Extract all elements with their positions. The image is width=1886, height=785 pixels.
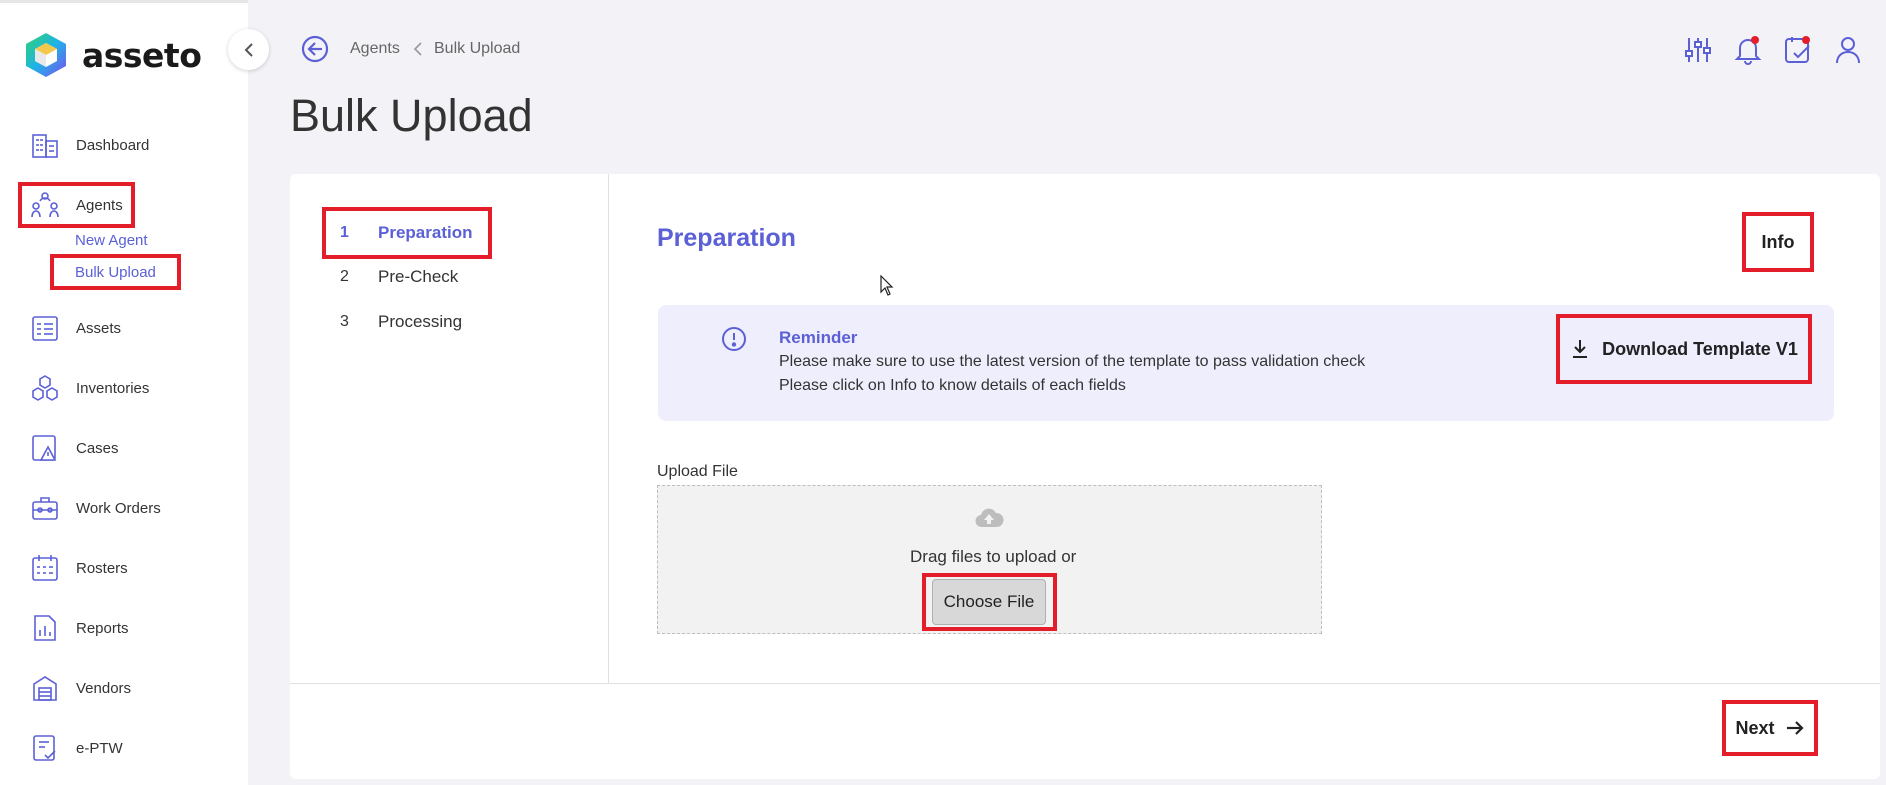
steps-divider	[608, 174, 609, 684]
sidebar-item-label: e-PTW	[76, 739, 123, 757]
sidebar-item-label: Dashboard	[76, 136, 150, 154]
logo-text: asseto	[82, 35, 202, 75]
sidebar-item-reports[interactable]: Reports	[30, 611, 129, 645]
sidebar-item-vendors[interactable]: Vendors	[30, 671, 131, 705]
step-number: 3	[340, 313, 349, 330]
logo[interactable]: asseto	[24, 31, 202, 79]
sidebar-item-agents[interactable]: Agents	[18, 182, 135, 228]
reminder-line: Please click on Info to know details of …	[779, 377, 1126, 394]
sliders-icon[interactable]	[1682, 34, 1714, 66]
cloud-upload-icon	[975, 508, 1004, 528]
sidebar-item-label: Cases	[76, 439, 119, 457]
next-label: Next	[1735, 717, 1775, 738]
report-icon	[34, 615, 56, 641]
calendar-icon	[32, 555, 58, 581]
chevron-left-icon	[413, 42, 422, 56]
info-button[interactable]: Info	[1742, 212, 1814, 272]
step-processing[interactable]: 3 Processing	[326, 300, 462, 344]
step-number: 1	[340, 224, 349, 241]
store-icon	[33, 676, 57, 701]
sidebar: asseto Dashboard Agents New Agent Bulk U…	[0, 0, 248, 785]
case-alert-icon	[32, 435, 57, 461]
step-pre-check[interactable]: 2 Pre-Check	[326, 255, 458, 299]
next-button[interactable]: Next	[1722, 700, 1818, 756]
choose-file-button[interactable]: Choose File	[932, 579, 1046, 625]
drag-files-text: Drag files to upload or	[910, 547, 1077, 566]
reminder-title: Reminder	[779, 328, 858, 347]
bulk-upload-card	[290, 174, 1880, 779]
bell-icon[interactable]	[1732, 34, 1764, 66]
permit-icon	[33, 735, 56, 761]
users-icon	[31, 192, 59, 218]
step-number: 2	[340, 268, 349, 285]
sidebar-item-label: Work Orders	[76, 499, 161, 517]
sidebar-item-cases[interactable]: Cases	[30, 431, 119, 465]
logo-mark-icon	[26, 33, 66, 77]
user-icon[interactable]	[1832, 34, 1864, 66]
info-alert-icon	[722, 327, 746, 351]
breadcrumb-bulk-upload: Bulk Upload	[434, 40, 521, 57]
reminder-line: Please make sure to use the latest versi…	[779, 353, 1366, 370]
sidebar-item-label: Vendors	[76, 679, 132, 697]
sidebar-item-e-ptw[interactable]: e-PTW	[30, 731, 123, 765]
boxes-icon	[32, 375, 58, 401]
step-label: Preparation	[378, 223, 473, 242]
sidebar-item-label: Assets	[76, 319, 122, 337]
sidebar-item-label: Rosters	[76, 559, 128, 577]
breadcrumb-agents[interactable]: Agents	[350, 40, 400, 58]
sidebar-item-dashboard[interactable]: Dashboard	[30, 128, 149, 162]
section-title: Preparation	[657, 224, 796, 252]
step-label: Pre-Check	[378, 267, 459, 286]
assets-icon	[32, 316, 58, 341]
mouse-cursor-icon	[880, 275, 894, 296]
task-icon[interactable]	[1782, 34, 1814, 66]
download-template-label: Download Template V1	[1602, 338, 1798, 359]
page-title: Bulk Upload	[290, 90, 533, 141]
footer-divider	[290, 683, 1880, 684]
sidebar-item-rosters[interactable]: Rosters	[30, 551, 128, 585]
sidebar-subitem-bulk-upload[interactable]: Bulk Upload	[50, 254, 181, 290]
sidebar-item-work-orders[interactable]: Work Orders	[30, 491, 161, 525]
step-label: Processing	[378, 312, 463, 331]
sidebar-collapse-button[interactable]	[228, 29, 269, 70]
building-icon	[32, 134, 58, 158]
upload-file-label: Upload File	[657, 463, 738, 480]
sidebar-subitem-new-agent[interactable]: New Agent	[75, 232, 148, 249]
sidebar-item-label: Reports	[76, 619, 129, 637]
chevron-left-icon	[244, 42, 253, 57]
toolbox-icon	[32, 497, 58, 520]
download-icon	[1573, 340, 1588, 358]
step-preparation[interactable]: 1 Preparation	[322, 207, 492, 259]
sidebar-item-label: Agents	[76, 196, 123, 214]
download-template-button[interactable]: Download Template V1	[1556, 314, 1812, 384]
sidebar-item-assets[interactable]: Assets	[30, 311, 121, 345]
arrow-right-icon	[1786, 721, 1804, 735]
sidebar-item-inventories[interactable]: Inventories	[30, 371, 149, 405]
back-arrow-icon[interactable]	[300, 34, 330, 64]
sidebar-item-label: Inventories	[76, 379, 150, 397]
